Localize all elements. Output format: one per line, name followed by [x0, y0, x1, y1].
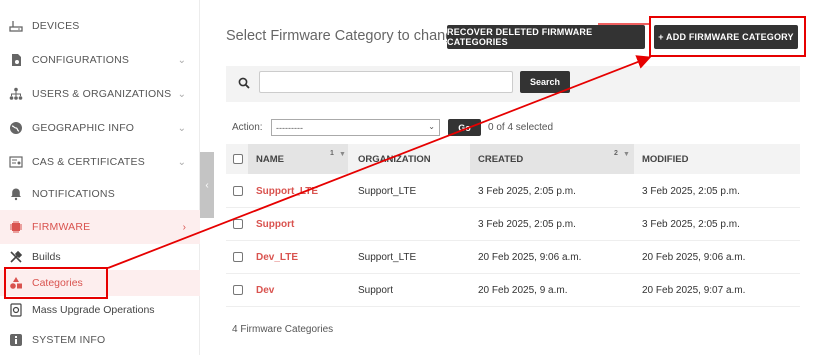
chevron-down-icon: ⌄ — [428, 122, 435, 131]
row-checkbox[interactable] — [233, 252, 243, 262]
certificate-icon — [8, 154, 24, 170]
chevron-down-icon: ⌄ — [177, 156, 186, 168]
action-select[interactable]: --------- ⌄ — [271, 119, 440, 136]
row-name-link[interactable]: Dev — [248, 274, 274, 307]
search-button[interactable]: Search — [520, 71, 570, 93]
results-count: 4 Firmware Categories — [232, 324, 334, 335]
select-all-checkbox[interactable] — [233, 154, 243, 164]
table-header: NAME 1 ▼ ORGANIZATION CREATED 2 ▼ MODIFI… — [226, 144, 800, 174]
sidebar-item-label: USERS & ORGANIZATIONS — [32, 88, 172, 100]
sort-desc-icon: ▼ — [623, 151, 630, 158]
chip-icon — [8, 219, 24, 235]
row-modified: 20 Feb 2025, 9:07 a.m. — [642, 285, 746, 296]
sort-priority: 1 — [330, 150, 334, 157]
row-checkbox[interactable] — [233, 186, 243, 196]
column-header-organization[interactable]: ORGANIZATION — [350, 144, 470, 174]
chevron-down-icon: ⌄ — [177, 88, 186, 100]
sidebar-item-system-info[interactable]: SYSTEM INFO — [0, 323, 200, 355]
sort-priority: 2 — [614, 150, 618, 157]
sidebar-item-users-organizations[interactable]: USERS & ORGANIZATIONS ⌄ — [0, 77, 200, 111]
row-organization: Support_LTE — [358, 252, 417, 263]
row-modified: 20 Feb 2025, 9:06 a.m. — [642, 252, 746, 263]
sidebar-subitem-label: Builds — [32, 251, 61, 263]
row-organization: Support — [358, 285, 394, 296]
sidebar-item-label: CAS & CERTIFICATES — [32, 156, 145, 168]
info-icon — [8, 332, 24, 348]
sidebar-subitem-label: Mass Upgrade Operations — [32, 304, 155, 316]
action-select-value: --------- — [276, 122, 303, 133]
row-modified: 3 Feb 2025, 2:05 p.m. — [642, 186, 740, 197]
router-icon — [8, 18, 24, 34]
selected-count: 0 of 4 selected — [488, 122, 554, 133]
row-checkbox[interactable] — [233, 285, 243, 295]
column-header-modified[interactable]: MODIFIED — [634, 144, 800, 174]
table-row: Support_LTE Support_LTE 3 Feb 2025, 2:05… — [226, 175, 800, 208]
table-row: Dev Support 20 Feb 2025, 9 a.m. 20 Feb 2… — [226, 274, 800, 307]
page: DEVICES CONFIGURATIONS ⌄ USERS & ORGANIZ… — [0, 0, 820, 355]
row-checkbox[interactable] — [233, 219, 243, 229]
column-label: ORGANIZATION — [358, 153, 431, 165]
sidebar-item-firmware[interactable]: FIRMWARE › — [0, 210, 200, 244]
sidebar-item-devices[interactable]: DEVICES — [0, 9, 200, 43]
sort-desc-icon: ▼ — [339, 151, 346, 158]
chevron-down-icon: ⌄ — [177, 122, 186, 134]
row-name-link[interactable]: Dev_LTE — [248, 241, 298, 274]
sidebar-item-label: DEVICES — [32, 20, 80, 32]
table-row: Dev_LTE Support_LTE 20 Feb 2025, 9:06 a.… — [226, 241, 800, 274]
sidebar-item-label: CONFIGURATIONS — [32, 54, 130, 66]
chevron-left-icon: ‹ — [205, 179, 209, 191]
column-label: NAME — [256, 153, 284, 165]
upgrade-icon — [8, 302, 24, 318]
sidebar-item-label: SYSTEM INFO — [32, 334, 106, 346]
chevron-right-icon: › — [182, 221, 186, 233]
table-row: Support 3 Feb 2025, 2:05 p.m. 3 Feb 2025… — [226, 208, 800, 241]
sidebar-subitem-mass-upgrade[interactable]: Mass Upgrade Operations — [0, 297, 200, 323]
row-created: 20 Feb 2025, 9:06 a.m. — [478, 252, 582, 263]
sidebar: DEVICES CONFIGURATIONS ⌄ USERS & ORGANIZ… — [0, 0, 200, 355]
search-input[interactable] — [259, 71, 513, 93]
annotation-highlight-categories — [4, 267, 108, 299]
recover-deleted-button[interactable]: RECOVER DELETED FIRMWARE CATEGORIES — [447, 25, 645, 49]
column-header-name[interactable]: NAME 1 ▼ — [248, 144, 348, 174]
tools-icon — [8, 249, 24, 265]
row-name-link[interactable]: Support — [248, 208, 294, 241]
row-name-link[interactable]: Support_LTE — [248, 175, 318, 208]
globe-icon — [8, 120, 24, 136]
sidebar-item-geographic-info[interactable]: GEOGRAPHIC INFO ⌄ — [0, 111, 200, 145]
sidebar-item-label: FIRMWARE — [32, 221, 91, 233]
chevron-down-icon: ⌄ — [177, 54, 186, 66]
search-icon — [238, 76, 250, 94]
sidebar-item-label: NOTIFICATIONS — [32, 188, 115, 200]
search-bar: Search — [226, 66, 800, 102]
row-created: 3 Feb 2025, 2:05 p.m. — [478, 219, 576, 230]
bell-icon — [8, 186, 24, 202]
sidebar-item-label: GEOGRAPHIC INFO — [32, 122, 135, 134]
config-file-icon — [8, 52, 24, 68]
row-modified: 3 Feb 2025, 2:05 p.m. — [642, 219, 740, 230]
sidebar-item-notifications[interactable]: NOTIFICATIONS — [0, 177, 200, 211]
org-tree-icon — [8, 86, 24, 102]
row-created: 3 Feb 2025, 2:05 p.m. — [478, 186, 576, 197]
go-button[interactable]: Go — [448, 119, 481, 136]
page-title: Select Firmware Category to change — [226, 28, 462, 44]
column-label: MODIFIED — [642, 153, 689, 165]
action-label: Action: — [232, 122, 263, 133]
row-organization: Support_LTE — [358, 186, 417, 197]
row-created: 20 Feb 2025, 9 a.m. — [478, 285, 568, 296]
column-label: CREATED — [478, 153, 524, 165]
annotation-highlight-add-button — [649, 16, 806, 57]
sidebar-item-cas-certificates[interactable]: CAS & CERTIFICATES ⌄ — [0, 145, 200, 179]
sidebar-collapse-toggle[interactable]: ‹ — [200, 152, 214, 218]
column-header-created[interactable]: CREATED 2 ▼ — [470, 144, 634, 174]
sidebar-item-configurations[interactable]: CONFIGURATIONS ⌄ — [0, 43, 200, 77]
row-organization — [350, 208, 358, 241]
